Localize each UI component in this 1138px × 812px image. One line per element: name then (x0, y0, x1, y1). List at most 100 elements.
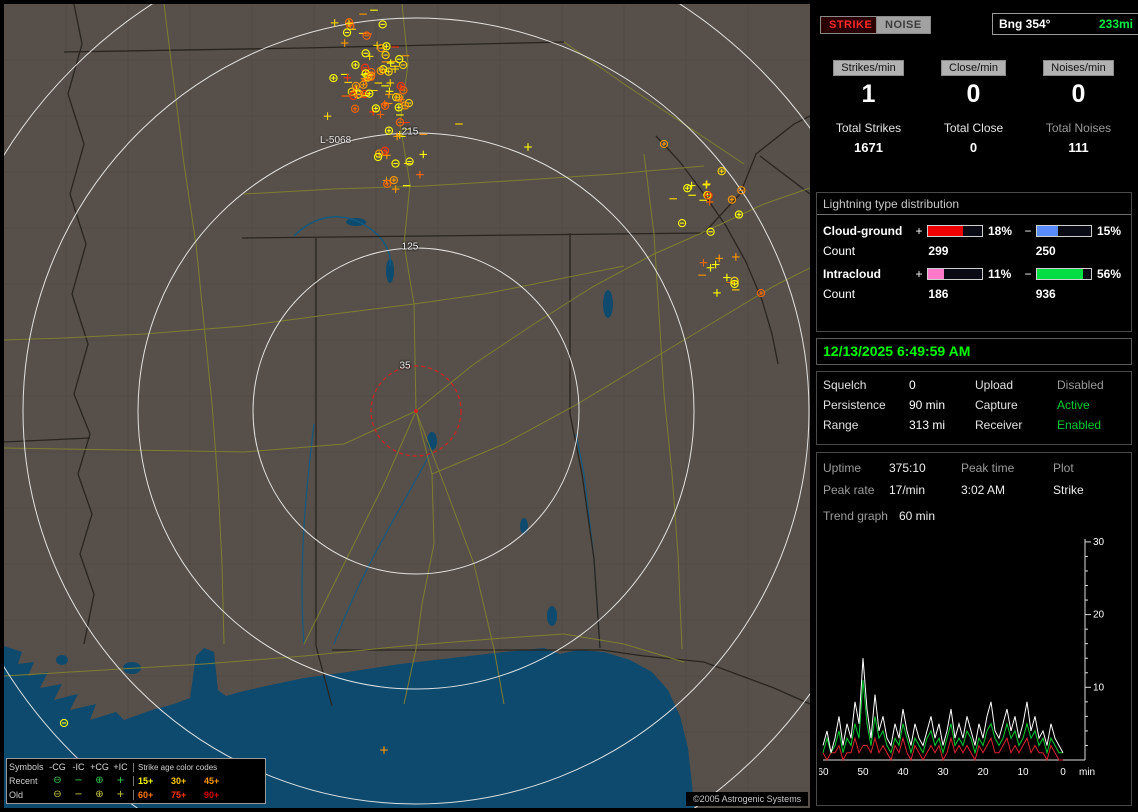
range-ring-label: 35 (399, 361, 410, 372)
count-label: Count (823, 287, 916, 301)
ic-positive-count: 186 (916, 287, 1023, 301)
plot-value: Strike (1053, 483, 1084, 497)
close-per-min-column: Close/min 0 Total Close 0 (921, 58, 1026, 155)
trend-graph: 1020306050403020100min (819, 529, 1127, 801)
squelch-value: 0 (909, 378, 975, 392)
total-strikes-label: Total Strikes (816, 121, 921, 135)
svg-text:30: 30 (1093, 537, 1105, 548)
ic-count-row: Count 186 936 (817, 287, 1131, 301)
map-legend: Symbols -CG -IC +CG +IC Strike age color… (6, 758, 266, 804)
svg-text:10: 10 (1093, 682, 1105, 693)
cg-negative-bar (1036, 225, 1092, 237)
cg-positive-percent: 18% (985, 224, 1022, 238)
ic-positive-bar (927, 268, 983, 280)
svg-text:0: 0 (1060, 767, 1066, 778)
legend-row-label: Recent (9, 776, 47, 786)
legend-col-label: +CG (89, 762, 110, 772)
uptime-row: Uptime 375:10 Peak time Plot (817, 461, 1131, 475)
cloud-ground-label: Cloud-ground (823, 224, 913, 238)
legend-age-title: Strike age color codes (133, 763, 248, 772)
legend-col-label: -IC (68, 762, 89, 772)
lightning-map[interactable]: L-5068 21512535 Symbols -CG -IC +CG +IC … (4, 4, 810, 808)
peak-time-value: 3:02 AM (961, 483, 1053, 497)
persistence-value: 90 min (909, 398, 975, 412)
total-close-label: Total Close (921, 121, 1026, 135)
status-row: Persistence 90 min Capture Active (817, 398, 1131, 412)
distribution-title: Lightning type distribution (817, 193, 1131, 215)
legend-col-label: +IC (110, 762, 131, 772)
strike-indicator-button[interactable]: STRIKE (820, 16, 881, 34)
svg-text:20: 20 (1093, 610, 1105, 621)
svg-text:50: 50 (857, 767, 869, 778)
noises-per-min-label: Noises/min (1043, 60, 1113, 76)
circle-minus-icon: ⊖ (47, 776, 68, 786)
persistence-label: Persistence (823, 398, 909, 412)
sidebar: STRIKE NOISE Bng 354° 233mi Strikes/min … (816, 0, 1134, 812)
circle-plus-icon: ⊕ (89, 790, 110, 800)
noises-per-min-value: 0 (1026, 80, 1131, 109)
total-noises-value: 111 (1026, 140, 1131, 155)
status-panel: Squelch 0 Upload Disabled Persistence 90… (816, 371, 1132, 445)
count-label: Count (823, 244, 916, 258)
peak-time-label: Peak time (961, 461, 1053, 475)
bearing-label: Bng 354° (999, 17, 1050, 31)
cg-positive-bar (927, 225, 983, 237)
map-canvas (4, 4, 810, 808)
receiver-label: Receiver (975, 418, 1057, 432)
range-label: Range (823, 418, 909, 432)
peak-rate-value: 17/min (889, 483, 961, 497)
total-noises-label: Total Noises (1026, 121, 1131, 135)
cloud-ground-row: Cloud-ground + 18% − 15% (817, 224, 1131, 238)
intracloud-label: Intracloud (823, 267, 913, 281)
minus-icon: − (68, 776, 89, 786)
noises-per-min-column: Noises/min 0 Total Noises 111 (1026, 58, 1131, 155)
upload-value: Disabled (1057, 378, 1104, 392)
copyright-text: ©2005 Astrogenic Systems (686, 792, 808, 806)
cg-negative-count: 250 (1024, 244, 1131, 258)
app-window: L-5068 21512535 Symbols -CG -IC +CG +IC … (0, 0, 1138, 812)
age-code: 60+ (133, 790, 171, 800)
plus-sign: + (913, 267, 925, 281)
age-code: 30+ (171, 776, 204, 786)
svg-text:10: 10 (1017, 767, 1029, 778)
cg-negative-percent: 15% (1094, 224, 1131, 238)
svg-text:min: min (1079, 767, 1095, 778)
range-ring-label: 125 (402, 242, 419, 253)
plus-sign: + (913, 224, 925, 238)
age-code: 15+ (133, 776, 171, 786)
capture-label: Capture (975, 398, 1057, 412)
plus-icon: + (110, 776, 131, 786)
circle-plus-icon: ⊕ (89, 776, 110, 786)
minus-icon: − (68, 790, 89, 800)
legend-col-label: -CG (47, 762, 68, 772)
upload-label: Upload (975, 378, 1057, 392)
plot-label: Plot (1053, 461, 1074, 475)
peak-rate-row: Peak rate 17/min 3:02 AM Strike (817, 483, 1131, 497)
strikes-per-min-value: 1 (816, 80, 921, 109)
rate-panel: Strikes/min 1 Total Strikes 1671 Close/m… (816, 58, 1132, 155)
circle-minus-icon: ⊖ (47, 790, 68, 800)
ic-negative-bar (1036, 268, 1092, 280)
ic-negative-count: 936 (1024, 287, 1131, 301)
cg-positive-count: 299 (916, 244, 1023, 258)
uptime-value: 375:10 (889, 461, 961, 475)
svg-text:20: 20 (977, 767, 989, 778)
total-close-value: 0 (921, 140, 1026, 155)
squelch-label: Squelch (823, 378, 909, 392)
cg-count-row: Count 299 250 (817, 244, 1131, 258)
ic-positive-percent: 11% (985, 267, 1022, 281)
svg-text:30: 30 (937, 767, 949, 778)
minus-sign: − (1022, 267, 1034, 281)
trend-graph-value: 60 min (899, 509, 971, 523)
bearing-readout: Bng 354° 233mi (992, 13, 1138, 35)
uptime-label: Uptime (823, 461, 889, 475)
capture-value: Active (1057, 398, 1090, 412)
lightning-distribution-panel: Lightning type distribution Cloud-ground… (816, 192, 1132, 332)
storm-cell-label: L-5068 (320, 135, 351, 146)
trend-row: Trend graph 60 min (817, 509, 1131, 523)
noise-indicator-button[interactable]: NOISE (876, 16, 931, 34)
age-code: 90+ (204, 790, 237, 800)
ic-negative-percent: 56% (1094, 267, 1131, 281)
trend-panel: Uptime 375:10 Peak time Plot Peak rate 1… (816, 452, 1132, 806)
total-strikes-value: 1671 (816, 140, 921, 155)
